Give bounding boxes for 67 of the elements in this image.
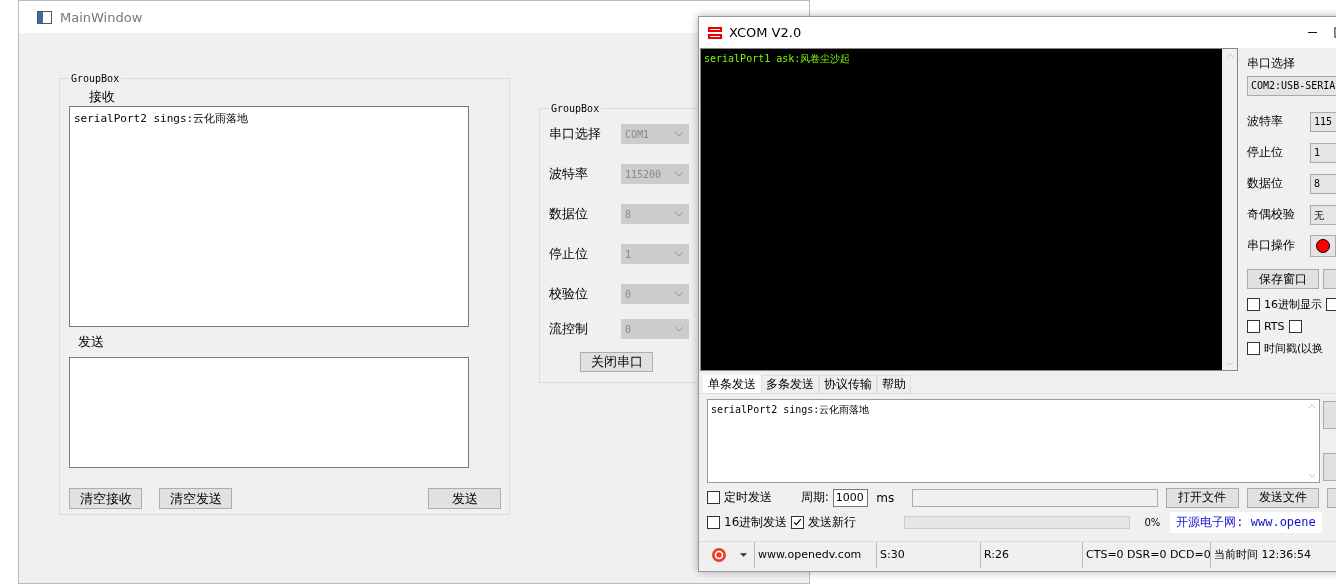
- window-title: XCOM V2.0: [729, 25, 802, 40]
- setting-combo-box[interactable]: 无: [1310, 204, 1336, 225]
- tab[interactable]: 协议传输: [819, 375, 877, 393]
- save-window-button[interactable]: 保存窗口: [1247, 269, 1319, 289]
- operation-label: 串口操作: [1247, 237, 1296, 254]
- receive-text-area[interactable]: serialPort2 sings:云化雨落地: [69, 106, 469, 327]
- period-input[interactable]: 1000: [832, 488, 869, 507]
- checkbox-label: 发送新行: [808, 514, 858, 531]
- setting-combo-box[interactable]: 1: [1310, 142, 1336, 163]
- window-title: MainWindow: [60, 9, 143, 25]
- action-button[interactable]: 清空发送: [159, 488, 232, 509]
- status-text: 当前时间 12:36:54: [1210, 542, 1311, 568]
- period-label: 周期:: [800, 489, 829, 506]
- option-label: RTS: [1264, 319, 1285, 333]
- close-port-button[interactable]: 关闭串口: [580, 352, 653, 372]
- setting-combo-box[interactable]: 8: [1310, 173, 1336, 194]
- action-button[interactable]: 清空接收: [69, 488, 142, 509]
- unit-label: ms: [875, 490, 896, 505]
- status-text: CTS=0 DSR=0 DCD=0: [1082, 542, 1210, 568]
- checkbox[interactable]: [1247, 297, 1260, 311]
- terminal-text: serialPort1 ask:风卷尘沙起: [704, 53, 851, 64]
- setting-label: 停止位: [1247, 144, 1284, 161]
- progress-reading: 0%: [1143, 517, 1161, 528]
- checkbox[interactable]: [1247, 341, 1260, 355]
- checkbox[interactable]: [791, 516, 805, 529]
- send-label: 发送: [77, 333, 105, 351]
- checkbox[interactable]: [1247, 319, 1260, 333]
- setting-combo-box[interactable]: 115: [1310, 111, 1336, 132]
- status-text: R:26: [980, 542, 1082, 568]
- checkbox[interactable]: [1326, 297, 1336, 311]
- status-text: www.openedv.com: [754, 542, 876, 568]
- tab[interactable]: 单条发送: [703, 375, 761, 393]
- caret-icon[interactable]: [739, 552, 748, 558]
- field-label: 串口选择: [549, 125, 602, 143]
- setting-label: 奇偶校验: [1247, 206, 1296, 223]
- logo-icon: [707, 24, 723, 41]
- port-label: 串口选择: [1247, 55, 1296, 72]
- setting-label: 波特率: [1247, 113, 1284, 130]
- window-icon: [37, 10, 52, 24]
- field-label: 数据位: [549, 205, 589, 223]
- setting-label: 数据位: [1247, 175, 1284, 192]
- status-text: S:30: [876, 542, 980, 568]
- file-button[interactable]: 打开文件: [1165, 487, 1239, 508]
- checkbox[interactable]: [1288, 319, 1302, 333]
- port-combo-box[interactable]: COM2:USB-SERIA: [1247, 76, 1336, 96]
- power-icon[interactable]: [711, 547, 727, 563]
- port-toggle-button[interactable]: [1310, 234, 1336, 257]
- checkbox[interactable]: [707, 516, 720, 529]
- field-label: 校验位: [549, 285, 589, 303]
- action-button[interactable]: 发送: [428, 488, 501, 509]
- checkbox-label: 定时发送: [724, 489, 773, 506]
- receive-label: 接收: [88, 88, 116, 105]
- field-label: 波特率: [549, 165, 589, 183]
- website-banner[interactable]: 开源电子网: www.opene: [1170, 512, 1322, 533]
- checkbox[interactable]: [707, 491, 720, 504]
- checkbox-label: 16进制发送: [724, 514, 788, 531]
- field-label: 停止位: [549, 245, 589, 263]
- file-button[interactable]: 发送文件: [1246, 487, 1320, 508]
- group-title: GroupBox: [70, 73, 121, 84]
- option-label: 16进制显示: [1264, 296, 1322, 312]
- tab[interactable]: 帮助: [877, 375, 911, 393]
- send-text-area[interactable]: [69, 357, 469, 468]
- tab[interactable]: 多条发送: [761, 375, 819, 393]
- group-title: GroupBox: [550, 103, 601, 114]
- option-label: 时间戳(以换: [1264, 340, 1324, 356]
- file-path-field[interactable]: [911, 488, 1158, 507]
- field-label: 流控制: [549, 320, 589, 338]
